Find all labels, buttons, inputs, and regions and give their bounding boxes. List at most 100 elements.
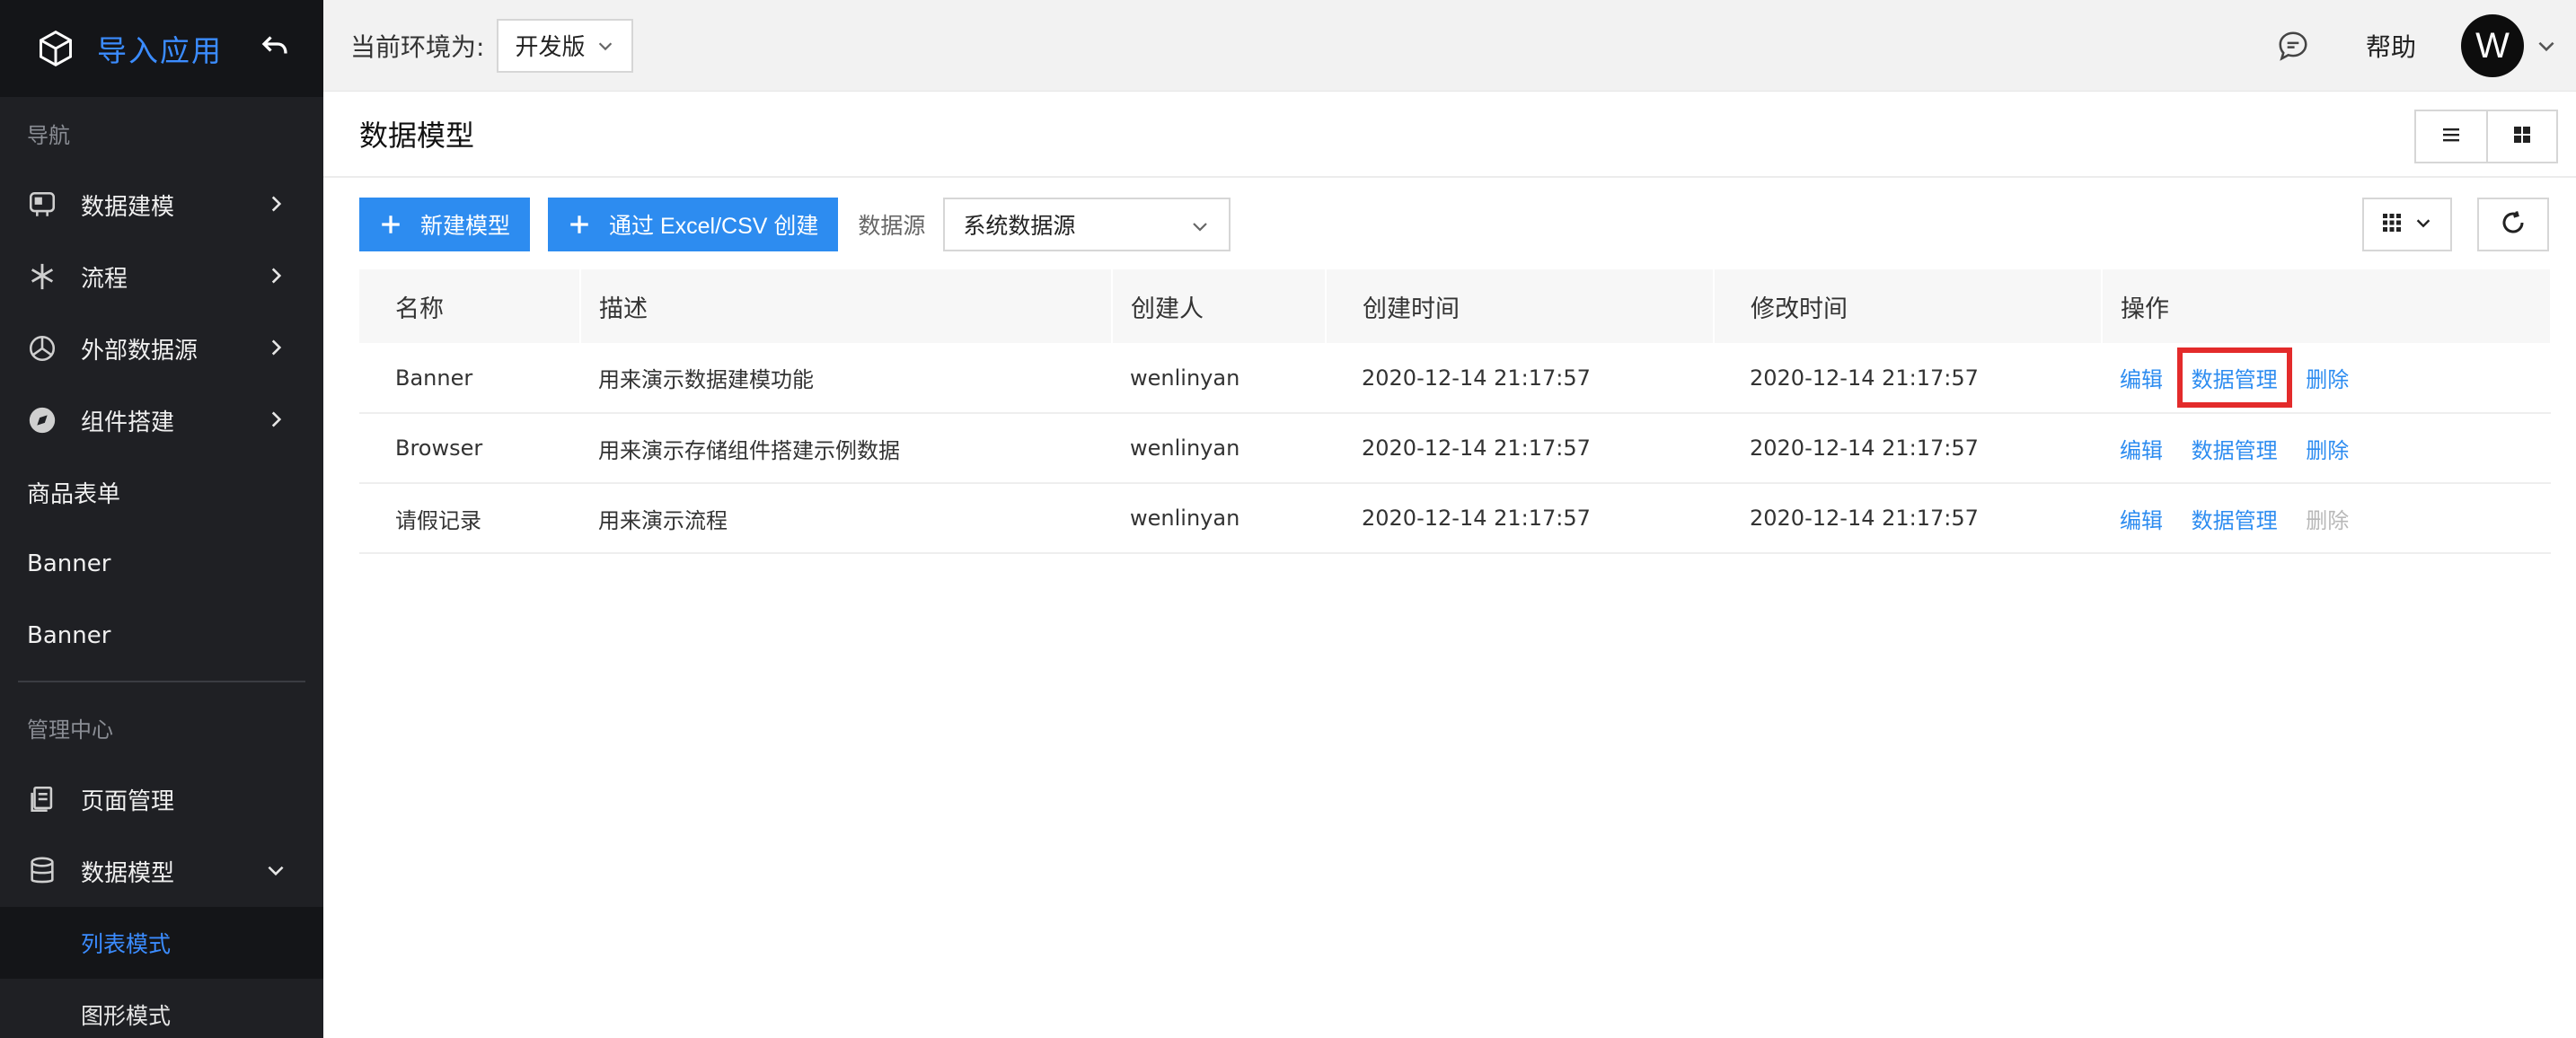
datasource-select-value: 系统数据源 xyxy=(963,213,1076,239)
sidebar: 导入应用 导航 数据建模 流程 外部数据源 组件搭建 商品表单 Banner B… xyxy=(0,0,323,1038)
top-bar: 当前环境为: 开发版 帮助 W xyxy=(323,0,2576,92)
cell-creator: wenlinyan xyxy=(1112,343,1326,414)
table-row: Banner 用来演示数据建模功能 wenlinyan 2020-12-14 2… xyxy=(359,343,2551,414)
chevron-right-icon xyxy=(264,408,287,431)
page-icon xyxy=(27,784,57,814)
toolbar: 新建模型 通过 Excel/CSV 创建 数据源 系统数据源 xyxy=(359,198,2549,251)
sidebar-brand: 导入应用 xyxy=(0,0,323,97)
sidebar-item-product-form[interactable]: 商品表单 xyxy=(0,456,323,528)
toolbar-right xyxy=(2362,198,2549,251)
cell-description: 用来演示存储组件搭建示例数据 xyxy=(580,413,1112,484)
chevron-down-icon xyxy=(1189,216,1211,237)
chat-icon[interactable] xyxy=(2276,29,2310,63)
brand-title: 导入应用 xyxy=(97,33,223,68)
import-excel-label: 通过 Excel/CSV 创建 xyxy=(609,214,819,239)
cube-icon xyxy=(36,29,75,68)
back-arrow-icon[interactable] xyxy=(259,31,291,63)
avatar[interactable]: W xyxy=(2461,14,2524,77)
cell-name: Browser xyxy=(359,413,580,484)
column-header-actions: 操作 xyxy=(2102,269,2552,343)
chevron-right-icon xyxy=(264,192,287,216)
chevron-down-icon xyxy=(264,858,287,882)
delete-link-disabled: 删除 xyxy=(2306,507,2350,533)
cell-name: 请假记录 xyxy=(359,483,580,554)
cell-created-time: 2020-12-14 21:17:57 xyxy=(1326,413,1714,484)
view-toggle xyxy=(2414,110,2558,163)
sidebar-item-banner-2[interactable]: Banner xyxy=(0,600,323,672)
import-excel-button[interactable]: 通过 Excel/CSV 创建 xyxy=(548,198,839,251)
edit-link[interactable]: 编辑 xyxy=(2120,433,2163,464)
sidebar-item-data-model[interactable]: 数据模型 xyxy=(0,835,323,907)
data-modeling-icon xyxy=(27,189,57,220)
plus-icon xyxy=(568,213,591,236)
edit-link[interactable]: 编辑 xyxy=(2120,503,2163,534)
cell-creator: wenlinyan xyxy=(1112,483,1326,554)
sidebar-item-label: 组件搭建 xyxy=(81,409,175,436)
datasource-label: 数据源 xyxy=(858,213,926,239)
plus-icon xyxy=(379,213,402,236)
table-header-row: 名称 描述 创建人 创建时间 修改时间 操作 xyxy=(359,269,2552,343)
top-right-tools: 帮助 W xyxy=(2276,0,2558,92)
sidebar-item-data-modeling[interactable]: 数据建模 xyxy=(0,169,323,241)
chevron-down-icon xyxy=(2413,213,2433,236)
cell-created-time: 2020-12-14 21:17:57 xyxy=(1326,343,1714,414)
sidebar-subitem-list-mode[interactable]: 列表模式 xyxy=(0,907,323,979)
app-root: 导入应用 导航 数据建模 流程 外部数据源 组件搭建 商品表单 Banner B… xyxy=(0,0,2576,1038)
new-model-button[interactable]: 新建模型 xyxy=(359,198,531,251)
column-header-modified-time[interactable]: 修改时间 xyxy=(1714,269,2103,343)
flow-icon xyxy=(27,261,57,292)
data-model-table: 名称 描述 创建人 创建时间 修改时间 操作 Banner 用来演示数据建模功能… xyxy=(359,269,2552,554)
data-manage-link[interactable]: 数据管理 xyxy=(2176,347,2292,408)
sidebar-item-flow[interactable]: 流程 xyxy=(0,241,323,312)
grid-icon xyxy=(2511,124,2533,149)
sidebar-item-component[interactable]: 组件搭建 xyxy=(0,384,323,456)
table-row: 请假记录 用来演示流程 wenlinyan 2020-12-14 21:17:5… xyxy=(359,483,2551,554)
help-link[interactable]: 帮助 xyxy=(2366,28,2416,64)
new-model-label: 新建模型 xyxy=(420,214,511,239)
column-header-name[interactable]: 名称 xyxy=(359,269,581,343)
cell-creator: wenlinyan xyxy=(1112,413,1326,484)
refresh-icon xyxy=(2500,209,2527,240)
database-icon xyxy=(27,856,57,886)
page-header: 数据模型 xyxy=(323,92,2576,178)
refresh-button[interactable] xyxy=(2477,198,2549,251)
nav-section-label: 导航 xyxy=(27,122,70,148)
column-header-creator[interactable]: 创建人 xyxy=(1112,269,1327,343)
chevron-down-icon[interactable] xyxy=(2535,34,2558,57)
chevron-down-icon xyxy=(595,36,615,56)
cell-modified-time: 2020-12-14 21:17:57 xyxy=(1714,343,2102,414)
env-select-value: 开发版 xyxy=(515,34,586,61)
table-row: Browser 用来演示存储组件搭建示例数据 wenlinyan 2020-12… xyxy=(359,413,2551,484)
sidebar-item-page-management[interactable]: 页面管理 xyxy=(0,763,323,835)
data-manage-link[interactable]: 数据管理 xyxy=(2192,503,2278,534)
cell-actions: 编辑 数据管理 删除 xyxy=(2102,413,2551,484)
delete-link[interactable]: 删除 xyxy=(2306,362,2349,393)
column-header-created-time[interactable]: 创建时间 xyxy=(1326,269,1715,343)
grid-dots-icon xyxy=(2381,212,2403,237)
datasource-select[interactable]: 系统数据源 xyxy=(943,198,1231,251)
list-view-button[interactable] xyxy=(2416,111,2486,162)
cell-modified-time: 2020-12-14 21:17:57 xyxy=(1714,413,2102,484)
column-settings-button[interactable] xyxy=(2362,198,2452,251)
chevron-right-icon xyxy=(264,336,287,359)
manage-section-label: 管理中心 xyxy=(27,717,113,743)
sidebar-subitem-graph-mode[interactable]: 图形模式 xyxy=(0,979,323,1038)
cell-description: 用来演示数据建模功能 xyxy=(580,343,1112,414)
list-icon xyxy=(2440,124,2462,149)
env-select[interactable]: 开发版 xyxy=(497,18,634,73)
page-title: 数据模型 xyxy=(359,119,475,153)
external-datasource-icon xyxy=(27,333,57,364)
sidebar-item-label: 数据模型 xyxy=(81,859,175,887)
sidebar-item-label: 页面管理 xyxy=(81,787,175,815)
env-label: 当前环境为: xyxy=(350,31,485,62)
column-header-description[interactable]: 描述 xyxy=(580,269,1113,343)
delete-link[interactable]: 删除 xyxy=(2306,433,2349,464)
sidebar-item-banner[interactable]: Banner xyxy=(0,528,323,600)
sidebar-divider xyxy=(18,681,305,682)
data-manage-link[interactable]: 数据管理 xyxy=(2192,433,2278,464)
grid-view-button[interactable] xyxy=(2486,111,2556,162)
chevron-right-icon xyxy=(264,264,287,287)
edit-link[interactable]: 编辑 xyxy=(2120,362,2163,393)
cell-actions: 编辑 数据管理 删除 xyxy=(2102,343,2551,414)
sidebar-item-external-datasource[interactable]: 外部数据源 xyxy=(0,312,323,384)
